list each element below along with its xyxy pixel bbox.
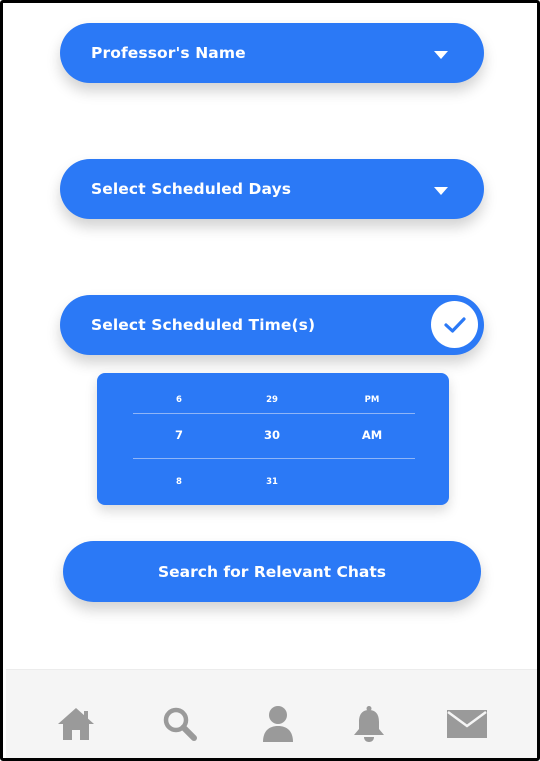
- chevron-down-icon: [434, 51, 448, 59]
- tab-home[interactable]: [54, 704, 98, 744]
- picker-period-above[interactable]: PM: [342, 395, 402, 405]
- picker-hour-below[interactable]: 8: [149, 477, 209, 487]
- scheduled-days-dropdown[interactable]: Select Scheduled Days: [60, 159, 484, 219]
- checkmark-icon[interactable]: [431, 301, 478, 348]
- tab-notifications[interactable]: [347, 704, 391, 744]
- search-icon: [163, 707, 197, 741]
- time-picker[interactable]: 6 29 PM 7 30 AM 8 31: [97, 373, 449, 505]
- bell-icon: [354, 706, 384, 742]
- professor-name-label: Professor's Name: [91, 44, 246, 62]
- scheduled-time-label: Select Scheduled Time(s): [91, 316, 316, 334]
- app-frame: Professor's Name Select Scheduled Days S…: [0, 0, 540, 761]
- picker-hour-selected[interactable]: 7: [149, 428, 209, 442]
- mail-icon: [447, 710, 487, 738]
- home-icon: [58, 708, 94, 740]
- picker-period-selected[interactable]: AM: [342, 428, 402, 442]
- tab-search[interactable]: [158, 704, 202, 744]
- picker-minute-below[interactable]: 31: [242, 477, 302, 487]
- chevron-down-icon: [434, 187, 448, 195]
- professor-name-dropdown[interactable]: Professor's Name: [60, 23, 484, 83]
- search-chats-button[interactable]: Search for Relevant Chats: [63, 541, 481, 602]
- scheduled-days-label: Select Scheduled Days: [91, 180, 292, 198]
- tab-profile[interactable]: [256, 704, 300, 744]
- picker-minute-selected[interactable]: 30: [242, 428, 302, 442]
- scheduled-time-dropdown[interactable]: Select Scheduled Time(s): [60, 295, 484, 355]
- picker-hour-above[interactable]: 6: [149, 395, 209, 405]
- picker-divider-top: [133, 413, 415, 414]
- profile-icon: [263, 706, 293, 742]
- picker-minute-above[interactable]: 29: [242, 395, 302, 405]
- picker-divider-bottom: [133, 458, 415, 459]
- bottom-tab-bar: [6, 669, 537, 758]
- tab-messages[interactable]: [445, 704, 489, 744]
- search-chats-label: Search for Relevant Chats: [157, 562, 386, 581]
